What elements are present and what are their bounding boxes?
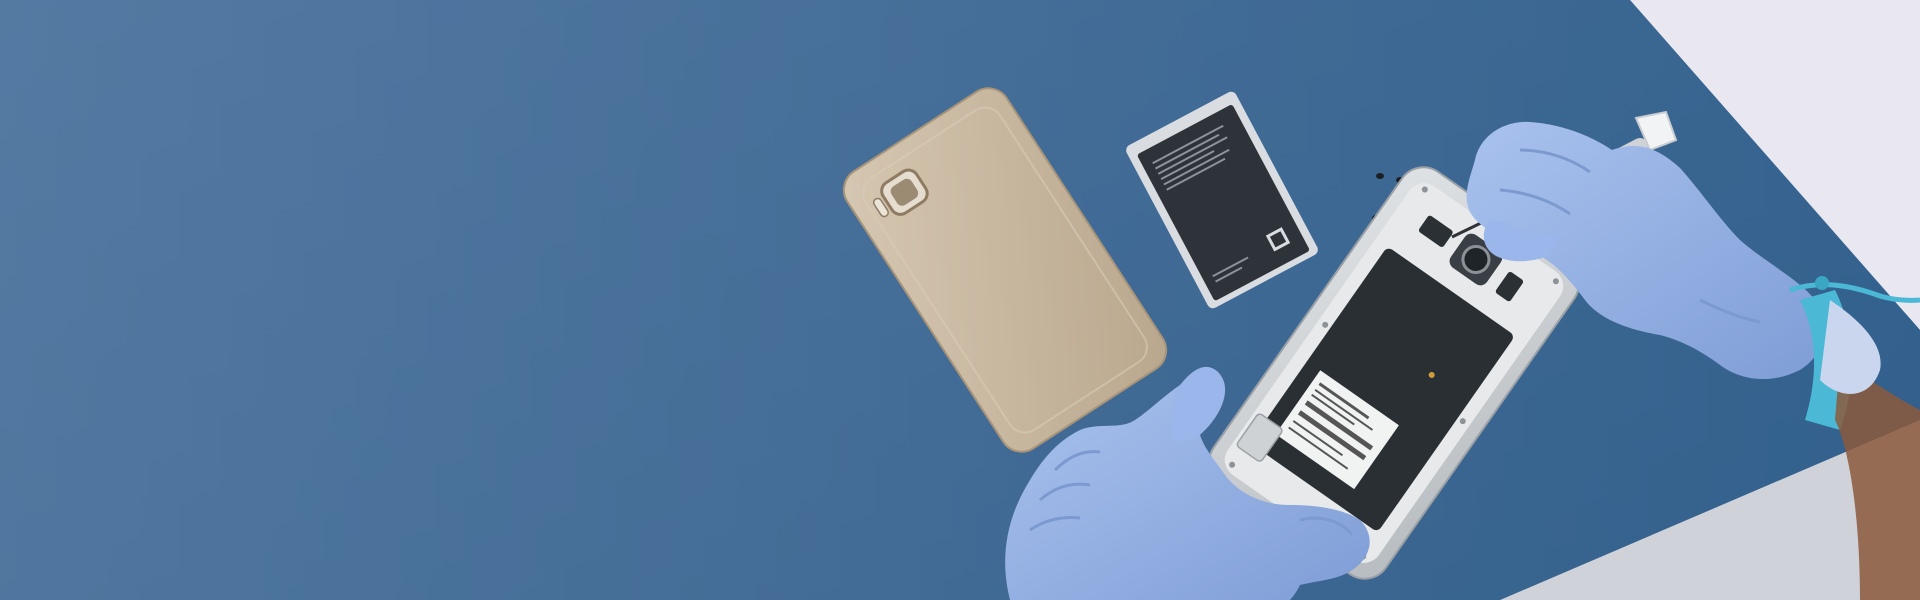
phone-repair-photo bbox=[0, 0, 1920, 600]
repair-banner bbox=[0, 0, 1920, 600]
